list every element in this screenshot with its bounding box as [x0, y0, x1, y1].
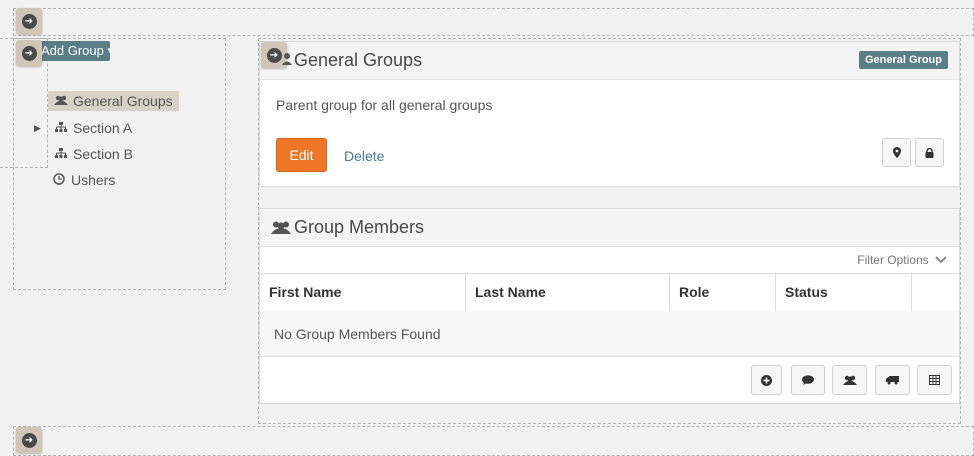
arrow-circle-icon: ➔: [21, 45, 37, 61]
sitemap-icon: [54, 120, 68, 136]
bulk-update-button[interactable]: [832, 365, 867, 395]
group-header-users-icon: [282, 52, 292, 71]
tree-item-general-groups[interactable]: General Groups: [48, 91, 179, 111]
group-type-badge: General Group: [858, 51, 948, 69]
empty-message: No Group Members Found: [274, 326, 441, 342]
security-button[interactable]: [915, 138, 944, 167]
merge-template-button[interactable]: [875, 365, 910, 395]
filter-options-toggle[interactable]: Filter Options: [857, 253, 947, 267]
tree-item-ushers[interactable]: Ushers: [52, 172, 115, 188]
tree-item-section-b[interactable]: Section B: [54, 146, 133, 162]
clock-icon: [52, 172, 66, 188]
truck-icon: [886, 376, 899, 385]
arrow-circle-icon: ➔: [21, 13, 37, 29]
filter-options-label: Filter Options: [857, 253, 929, 267]
arrow-circle-icon: ➔: [266, 47, 282, 63]
members-title: Group Members: [294, 217, 425, 237]
lock-icon: [925, 147, 934, 158]
tree-item-label: General Groups: [73, 93, 173, 109]
arrow-circle-icon: ➔: [21, 432, 37, 448]
group-title: General Groups: [294, 50, 423, 70]
tree-item-label: Section B: [73, 146, 133, 162]
chevron-down-icon: [935, 253, 947, 267]
expand-caret-icon[interactable]: ▶: [34, 123, 41, 134]
export-grid-button[interactable]: [917, 365, 952, 395]
add-group-label: Add Group: [41, 43, 104, 58]
communicate-button[interactable]: [791, 365, 825, 395]
members-table-header: First Name Last Name Role Status: [260, 273, 959, 312]
add-member-button[interactable]: [751, 365, 782, 395]
column-header-status[interactable]: Status: [776, 274, 912, 311]
table-icon: [929, 375, 940, 385]
sitemap-icon: [54, 146, 68, 162]
comment-icon: [802, 375, 814, 385]
map-marker-icon: [892, 147, 901, 158]
users-icon: [54, 93, 68, 109]
zone-settings-button-top[interactable]: ➔: [16, 8, 42, 34]
group-description: Parent group for all general groups: [276, 97, 493, 113]
tree-item-label: Ushers: [71, 172, 116, 188]
tree-item-section-a[interactable]: Section A: [54, 120, 132, 136]
group-panel-header: General Groups: [260, 42, 959, 80]
users-icon: [842, 375, 857, 385]
column-header-last-name[interactable]: Last Name: [466, 274, 670, 311]
map-marker-button[interactable]: [882, 138, 911, 167]
members-panel-header: Group Members: [260, 209, 959, 247]
group-detail-panel: General Groups General Group Parent grou…: [259, 41, 960, 187]
group-members-panel: Group Members Filter Options First Name …: [259, 208, 960, 404]
delete-button[interactable]: Delete: [344, 148, 384, 164]
plus-circle-icon: [761, 374, 772, 386]
column-header-role[interactable]: Role: [670, 274, 776, 311]
empty-row: No Group Members Found: [260, 311, 959, 357]
users-icon: [271, 220, 291, 236]
zone-settings-button-bottom[interactable]: ➔: [16, 427, 42, 453]
tree-item-label: Section A: [73, 120, 133, 136]
zone-settings-button-sidebar[interactable]: ➔: [16, 40, 42, 66]
edit-button[interactable]: Edit: [276, 138, 327, 172]
column-header-first-name[interactable]: First Name: [260, 274, 466, 311]
top-zone: [13, 8, 974, 36]
